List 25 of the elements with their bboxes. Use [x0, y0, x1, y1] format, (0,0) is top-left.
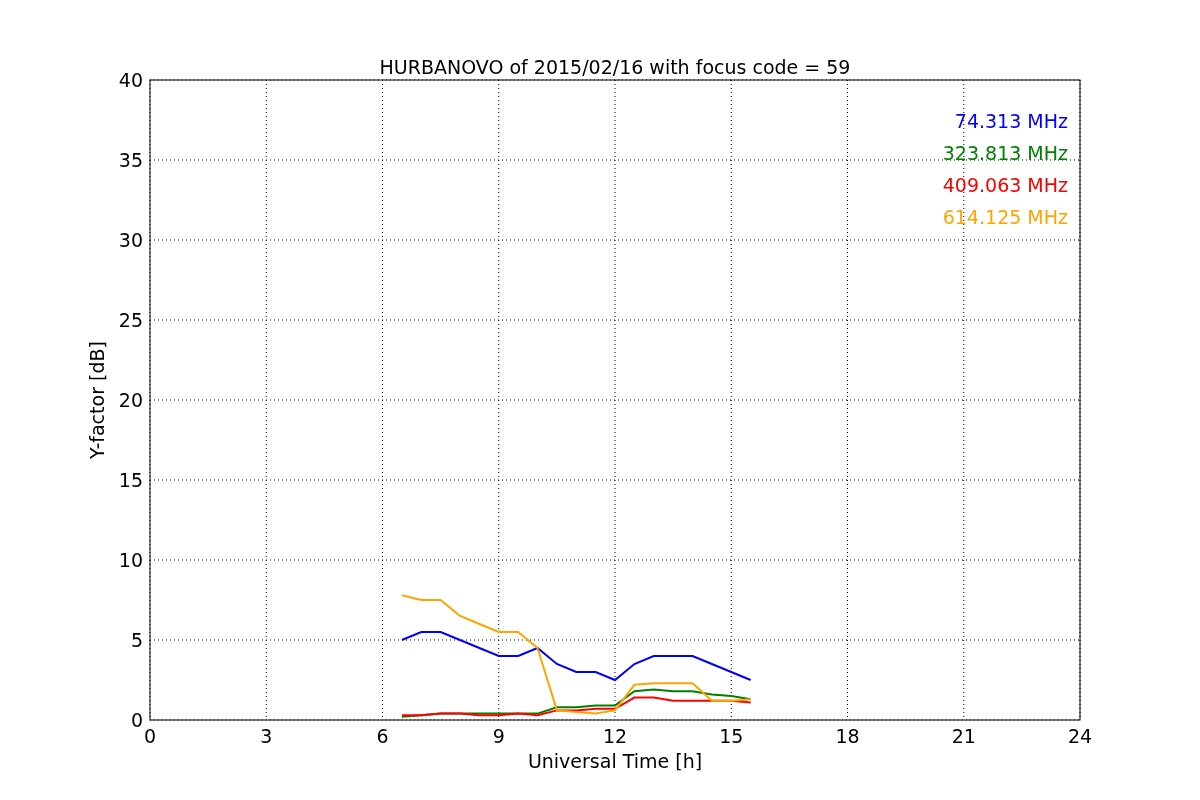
x-tick-label: 3	[260, 725, 273, 747]
y-tick-label: 35	[118, 149, 143, 171]
legend-label: 409.063 MHz	[942, 174, 1068, 196]
x-tick-label: 21	[951, 725, 976, 747]
x-tick-label: 6	[376, 725, 389, 747]
x-tick-label: 15	[719, 725, 744, 747]
x-tick-label: 18	[835, 725, 860, 747]
legend-label: 323.813 MHz	[942, 142, 1068, 164]
chart-title: HURBANOVO of 2015/02/16 with focus code = 59	[379, 56, 851, 78]
y-tick-label: 40	[118, 69, 143, 91]
y-tick-label: 25	[118, 309, 143, 331]
legend-label: 74.313 MHz	[954, 110, 1068, 132]
y-tick-label: 10	[118, 549, 143, 571]
x-tick-label: 0	[143, 725, 157, 747]
y-tick-label: 5	[130, 629, 143, 651]
x-tick-label: 24	[1067, 725, 1093, 747]
x-axis-label: Universal Time [h]	[527, 750, 703, 772]
y-tick-label: 30	[118, 229, 143, 251]
y-tick-label: 15	[118, 469, 143, 491]
y-tick-label: 0	[130, 709, 143, 731]
y-tick-label: 20	[118, 389, 143, 411]
y-axis-label: Y-factor [dB]	[86, 341, 108, 459]
x-tick-label: 12	[602, 725, 628, 747]
x-tick-label: 9	[492, 725, 505, 747]
legend-label: 614.125 MHz	[942, 206, 1068, 228]
